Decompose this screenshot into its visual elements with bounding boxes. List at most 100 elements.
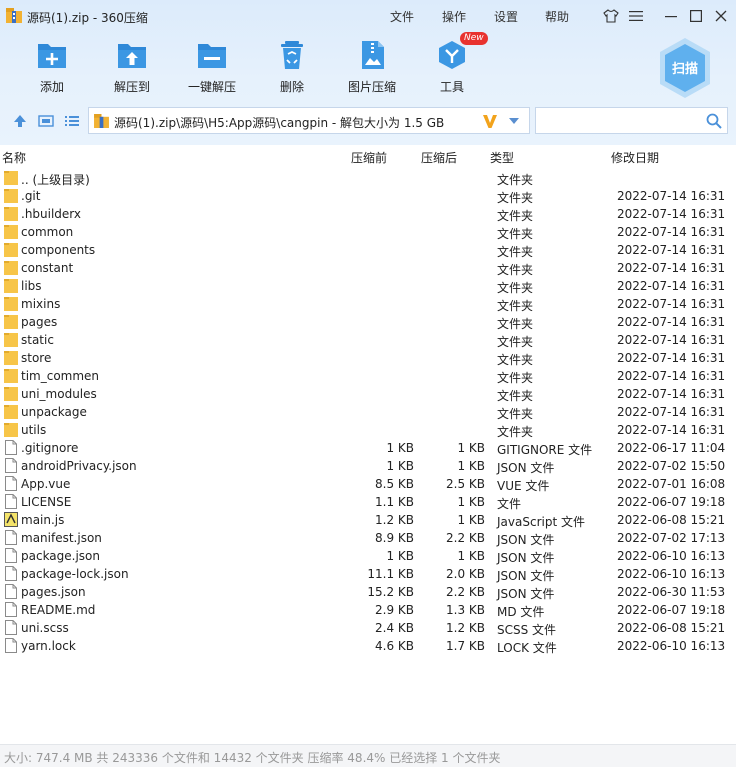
file-row[interactable]: package-lock.json 11.1 KB 2.0 KB JSON 文件 202… bbox=[0, 565, 736, 583]
file-modified-date: 2022-07-14 16:31 bbox=[617, 261, 726, 275]
file-size: 1.2 KB bbox=[375, 513, 414, 527]
menu-help[interactable]: 帮助 bbox=[545, 8, 569, 25]
file-row[interactable]: package.json 1 KB 1 KB JSON 文件 2022-06-10 16… bbox=[0, 547, 736, 565]
file-row[interactable]: main.js 1.2 KB 1 KB JavaScript 文件 2022-06-08… bbox=[0, 511, 736, 529]
file-row[interactable]: uni_modules 文件夹 2022-07-14 16:31 bbox=[0, 385, 736, 403]
file-name: App.vue bbox=[21, 477, 71, 491]
file-row[interactable]: components 文件夹 2022-07-14 16:31 bbox=[0, 241, 736, 259]
column-size[interactable]: 压缩前 bbox=[351, 149, 387, 166]
file-type: GITIGNORE 文件 bbox=[497, 443, 593, 457]
file-type: JSON 文件 bbox=[497, 533, 555, 547]
file-name: store bbox=[21, 351, 52, 365]
file-size: 2.4 KB bbox=[375, 621, 414, 635]
file-row[interactable]: androidPrivacy.json 1 KB 1 KB JSON 文件 2022-0… bbox=[0, 457, 736, 475]
maximize-button[interactable] bbox=[686, 6, 706, 26]
chevron-down-icon[interactable] bbox=[509, 117, 519, 125]
file-row[interactable]: tim_commen 文件夹 2022-07-14 16:31 bbox=[0, 367, 736, 385]
extract-to-button[interactable]: 解压到 bbox=[100, 40, 164, 96]
address-bar[interactable]: 源码(1).zip\源码\H5:App源码\cangpin - 解包大小为 1.… bbox=[88, 107, 530, 134]
file-row[interactable]: uni.scss 2.4 KB 1.2 KB SCSS 文件 2022-06-08 15… bbox=[0, 619, 736, 637]
delete-button[interactable]: 删除 bbox=[260, 40, 324, 96]
add-button[interactable]: 添加 bbox=[20, 40, 84, 96]
file-row[interactable]: manifest.json 8.9 KB 2.2 KB JSON 文件 2022-07-… bbox=[0, 529, 736, 547]
menu-operation[interactable]: 操作 bbox=[442, 8, 466, 25]
one-click-extract-label: 一键解压 bbox=[187, 80, 236, 94]
file-row[interactable]: unpackage 文件夹 2022-07-14 16:31 bbox=[0, 403, 736, 421]
file-name: package-lock.json bbox=[21, 567, 129, 581]
file-name: tim_commen bbox=[21, 369, 100, 383]
file-size: 4.6 KB bbox=[375, 639, 414, 653]
file-row[interactable]: store 文件夹 2022-07-14 16:31 bbox=[0, 349, 736, 367]
file-row[interactable]: README.md 2.9 KB 1.3 KB MD 文件 2022-06-07 19:… bbox=[0, 601, 736, 619]
file-row[interactable]: App.vue 8.5 KB 2.5 KB VUE 文件 2022-07-01 16:0… bbox=[0, 475, 736, 493]
file-row[interactable]: mixins 文件夹 2022-07-14 16:31 bbox=[0, 295, 736, 313]
column-name[interactable]: 名称 bbox=[2, 149, 26, 166]
menu-settings[interactable]: 设置 bbox=[494, 8, 518, 25]
file-modified-date: 2022-07-14 16:31 bbox=[617, 225, 726, 239]
image-compress-button[interactable]: 图片压缩 bbox=[340, 40, 404, 96]
file-row[interactable]: .gitignore 1 KB 1 KB GITIGNORE 文件 2022-06-17… bbox=[0, 439, 736, 457]
file-modified-date: 2022-07-14 16:31 bbox=[617, 243, 726, 257]
file-name: utils bbox=[21, 423, 47, 437]
file-modified-date: 2022-06-10 16:13 bbox=[617, 567, 726, 581]
file-icon bbox=[5, 620, 17, 635]
file-icon bbox=[5, 584, 17, 599]
list-view-button[interactable] bbox=[64, 113, 80, 129]
file-row[interactable]: LICENSE 1.1 KB 1 KB 文件 2022-06-07 19:18 bbox=[0, 493, 736, 511]
folder-icon bbox=[4, 225, 18, 239]
scan-button[interactable]: 扫描 bbox=[657, 36, 713, 100]
file-modified-date: 2022-06-30 11:53 bbox=[617, 585, 726, 599]
tools-button[interactable]: New 工具 bbox=[420, 32, 488, 96]
thumbnail-view-button[interactable] bbox=[38, 113, 54, 129]
one-click-extract-icon bbox=[198, 44, 226, 68]
file-row[interactable]: pages.json 15.2 KB 2.2 KB JSON 文件 2022-06-30… bbox=[0, 583, 736, 601]
file-size: 1 KB bbox=[386, 549, 414, 563]
list-icon bbox=[65, 116, 79, 126]
file-modified-date: 2022-07-02 17:13 bbox=[617, 531, 726, 545]
file-packed-size: 1 KB bbox=[457, 495, 485, 509]
file-row[interactable]: .. (上级目录) 文件夹 bbox=[0, 169, 736, 187]
image-compress-icon bbox=[362, 41, 384, 69]
file-row[interactable]: static 文件夹 2022-07-14 16:31 bbox=[0, 331, 736, 349]
menu-button[interactable] bbox=[626, 6, 646, 26]
file-row[interactable]: constant 文件夹 2022-07-14 16:31 bbox=[0, 259, 736, 277]
file-name: README.md bbox=[21, 603, 96, 617]
minimize-button[interactable] bbox=[661, 6, 681, 26]
column-type[interactable]: 类型 bbox=[490, 149, 514, 166]
file-row[interactable]: libs 文件夹 2022-07-14 16:31 bbox=[0, 277, 736, 295]
file-modified-date: 2022-06-17 11:04 bbox=[617, 441, 726, 455]
file-icon bbox=[5, 440, 17, 455]
file-row[interactable]: pages 文件夹 2022-07-14 16:31 bbox=[0, 313, 736, 331]
file-type: VUE 文件 bbox=[497, 479, 550, 493]
column-modified-date[interactable]: 修改日期 bbox=[611, 149, 659, 166]
one-click-extract-button[interactable]: 一键解压 bbox=[180, 40, 244, 96]
skin-button[interactable] bbox=[601, 6, 621, 26]
file-row[interactable]: .git 文件夹 2022-07-14 16:31 bbox=[0, 187, 736, 205]
folder-icon bbox=[4, 351, 18, 365]
folder-icon bbox=[4, 261, 18, 275]
search-box[interactable] bbox=[535, 107, 728, 134]
column-packed-size[interactable]: 压缩后 bbox=[421, 149, 457, 166]
file-row[interactable]: utils 文件夹 2022-07-14 16:31 bbox=[0, 421, 736, 439]
file-type: JSON 文件 bbox=[497, 461, 555, 475]
file-modified-date: 2022-06-10 16:13 bbox=[617, 639, 726, 653]
file-type: 文件夹 bbox=[497, 389, 534, 403]
close-button[interactable] bbox=[711, 6, 731, 26]
search-input[interactable] bbox=[540, 111, 700, 130]
search-icon[interactable] bbox=[706, 113, 722, 129]
file-type: SCSS 文件 bbox=[497, 623, 557, 637]
v-logo-icon[interactable] bbox=[482, 113, 498, 129]
file-name: constant bbox=[21, 261, 74, 275]
file-row[interactable]: common 文件夹 2022-07-14 16:31 bbox=[0, 223, 736, 241]
title-bar[interactable]: 源码(1).zip - 360压缩 文件 操作 设置 帮助 bbox=[0, 0, 736, 32]
delete-icon bbox=[281, 41, 303, 69]
file-row[interactable]: .hbuilderx 文件夹 2022-07-14 16:31 bbox=[0, 205, 736, 223]
file-type: 文件夹 bbox=[497, 209, 534, 223]
shirt-icon bbox=[603, 9, 619, 23]
file-modified-date: 2022-07-14 16:31 bbox=[617, 297, 726, 311]
file-modified-date: 2022-07-14 16:31 bbox=[617, 423, 726, 437]
up-button[interactable] bbox=[12, 113, 28, 129]
file-row[interactable]: yarn.lock 4.6 KB 1.7 KB LOCK 文件 2022-06-10 1… bbox=[0, 637, 736, 655]
menu-file[interactable]: 文件 bbox=[390, 8, 414, 25]
file-type: 文件夹 bbox=[497, 371, 534, 385]
